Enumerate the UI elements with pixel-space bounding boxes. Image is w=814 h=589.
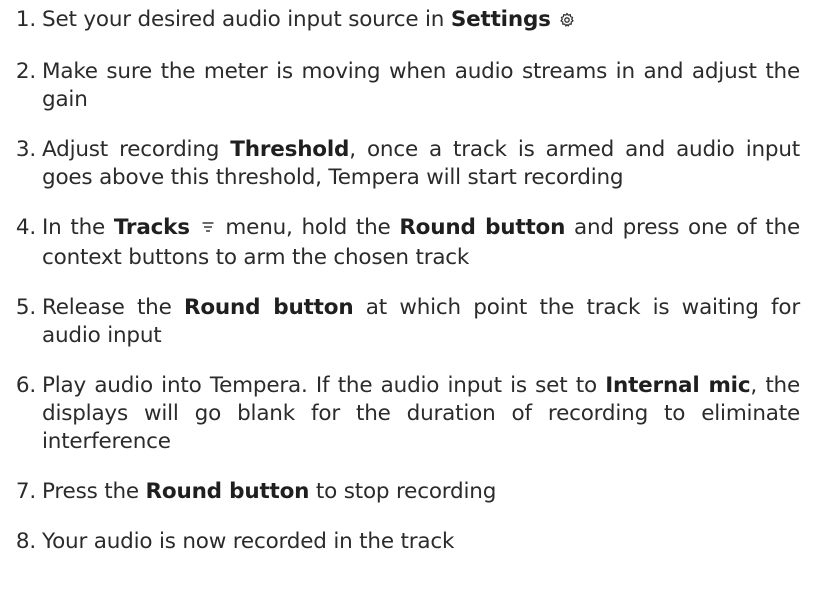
step-number: 2. <box>15 59 36 84</box>
step-item: 7. Press the Round button to stop recordi… <box>10 478 800 506</box>
step-item: 2. Make sure the meter is moving when aud… <box>10 58 800 114</box>
step-text-fragment: Press the <box>42 479 146 504</box>
step-text-fragment: menu, hold the <box>216 215 400 240</box>
step-text-fragment: Adjust recording <box>42 137 231 162</box>
step-text-fragment: Release the <box>42 295 184 320</box>
step-text: In the Tracks menu, hold the Round butto… <box>42 214 800 272</box>
step-emphasis: Round button <box>183 295 354 320</box>
step-text: Release the Round button at which point … <box>42 294 800 350</box>
step-emphasis: Threshold <box>230 137 350 162</box>
step-text: Set your desired audio input source in S… <box>42 6 800 36</box>
step-emphasis: Round button <box>399 215 566 240</box>
step-text-fragment: In the <box>42 215 114 240</box>
step-text: Your audio is now recorded in the track <box>42 528 800 556</box>
step-number: 8. <box>15 529 36 554</box>
step-text: Make sure the meter is moving when audio… <box>42 58 800 114</box>
step-emphasis: Tracks <box>113 215 190 240</box>
step-number: 4. <box>15 215 36 240</box>
step-text-fragment <box>551 7 558 32</box>
tracks-menu-icon <box>201 216 215 244</box>
step-emphasis: Settings <box>450 7 551 32</box>
step-number: 7. <box>15 479 36 504</box>
step-text-fragment <box>190 215 199 240</box>
step-number: 6. <box>15 373 36 398</box>
step-item: 1. Set your desired audio input source in… <box>10 6 800 36</box>
step-text-fragment: Play audio into Tempera. If the audio in… <box>42 373 606 398</box>
step-number: 5. <box>15 295 36 320</box>
step-text-fragment: to stop recording <box>309 479 497 504</box>
step-item: 4. In the Tracks menu, hold the Round but… <box>10 214 800 272</box>
step-emphasis: In­ternal mic <box>605 373 751 398</box>
step-text-fragment: Make sure the meter is moving when audio… <box>42 59 800 112</box>
step-number: 1. <box>15 7 36 32</box>
step-item: 6. Play audio into Tempera. If the audio … <box>10 372 800 456</box>
step-item: 3. Adjust recording Threshold, once a tra… <box>10 136 800 192</box>
step-item: 5. Release the Round button at which poin… <box>10 294 800 350</box>
step-number: 3. <box>15 137 36 162</box>
instruction-steps-list: 1. Set your desired audio input source in… <box>0 0 814 556</box>
step-item: 8. Your audio is now recorded in the trac… <box>10 528 800 556</box>
step-text: Adjust recording Threshold, once a track… <box>42 136 800 192</box>
step-text-fragment: Your audio is now recorded in the track <box>42 529 455 554</box>
step-text: Press the Round button to stop recording <box>42 478 800 506</box>
gear-icon <box>559 8 575 36</box>
step-text: Play audio into Tempera. If the audio in… <box>42 372 800 456</box>
step-emphasis: Round button <box>145 479 310 504</box>
step-text-fragment: Set your desired audio input source in <box>42 7 451 32</box>
